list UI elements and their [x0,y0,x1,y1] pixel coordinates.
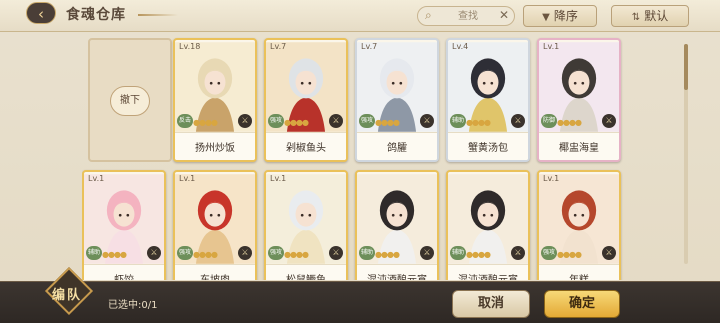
food-soul-card[interactable]: Lv.1 强攻●●●● ⚔ 松鼠鳜鱼 [264,170,348,280]
skill-icon: ⚔ [329,114,343,128]
card-name: 混沌酒酿元宵 [448,271,528,280]
sort-toggle-icon: ⇅ [631,12,641,23]
card-name: 扬州炒饭 [195,143,235,154]
chevron-left-icon: ‹ [38,5,44,23]
role-badge: 辅助 [86,246,102,260]
role-badge: 强攻 [268,114,284,128]
role-badge: 辅助 [450,114,466,128]
food-soul-card[interactable]: Lv.4 辅助 ●●●● ⚔ 蟹黄汤包 [446,38,530,162]
role-badge: 强攻 [359,114,375,128]
skill-icon: ⚔ [238,114,252,128]
star-rating: ●●●● [102,250,127,259]
skill-icon: ⚔ [329,246,343,260]
skill-icon: ⚔ [602,246,616,260]
star-rating: ●●●● [557,250,582,259]
scrollbar[interactable] [684,44,688,264]
food-soul-card[interactable]: Lv.1 防御 ●●●● ⚔ 椰盅海皇 [537,38,621,162]
level-label: Lv.18 [179,42,201,51]
skill-icon: ⚔ [511,114,525,128]
card-name: 鸽臛 [387,143,407,154]
confirm-button[interactable]: 确定 [544,290,620,318]
star-rating: ●●●● [466,250,491,259]
level-label: Lv.7 [361,42,378,51]
back-button[interactable]: ‹ [26,2,56,24]
role-badge: 防御 [541,114,557,128]
search-input[interactable] [438,9,498,24]
title-decoration [138,14,178,16]
card-name: 虾饺 [84,271,164,280]
star-rating: ●●●● [375,118,400,127]
skill-icon: ⚔ [511,246,525,260]
food-soul-card[interactable]: Lv.1 强攻●●●● ⚔ 年糕 [537,170,621,280]
team-label: 编队 [52,288,83,303]
card-name: 混沌酒酿元宵 [357,271,437,280]
star-rating: ●●●● [375,250,400,259]
sort-desc-label: 降序 [553,9,578,23]
clear-icon[interactable]: ✕ [499,8,509,22]
skill-icon: ⚔ [420,246,434,260]
role-badge: 辅助 [359,246,375,260]
star-rating: ●●●● [557,118,582,127]
cancel-button[interactable]: 取消 [452,290,530,318]
header-bar: ‹ 食魂仓库 ⌕ ✕ ▼降序 ⇅默认 [0,0,720,32]
level-label: Lv.1 [179,174,196,183]
star-rating: ●●●● [466,118,491,127]
level-label: Lv.1 [270,174,287,183]
scroll-thumb[interactable] [684,44,688,90]
food-soul-card[interactable]: Lv.18 反击 ●●●● ⚔ 扬州炒饭 [173,38,257,162]
level-label: Lv.7 [270,42,287,51]
star-rating: ●●●● [193,250,218,259]
footer-bar: 编队 已选中:0/1 取消 确定 [0,266,720,323]
level-label: Lv.1 [88,174,105,183]
level-label: Lv.1 [543,42,560,51]
skill-icon: ⚔ [602,114,616,128]
triangle-down-icon: ▼ [542,12,550,23]
food-soul-card[interactable]: Lv.7 强攻 ●●●● ⚔ 鸽臛 [355,38,439,162]
skill-icon: ⚔ [420,114,434,128]
sort-desc-button[interactable]: ▼ 降序 [523,5,597,27]
role-badge: 强攻 [268,246,284,260]
search-icon: ⌕ [425,8,432,22]
card-name: 松鼠鳜鱼 [266,271,346,280]
role-badge: 强攻 [177,246,193,260]
warehouse-panel: ‹ 食魂仓库 ⌕ ✕ ▼降序 ⇅默认 撤下 Lv.18反击●●●●⚔扬州炒饭 [0,0,720,323]
food-soul-card[interactable]: Lv.1 辅助●●●● ⚔ 虾饺 [82,170,166,280]
sort-default-label: 默认 [644,9,669,23]
card-name: 东坡肉 [175,271,255,280]
level-label: Lv.1 [543,174,560,183]
food-soul-card[interactable]: 辅助●●●● ⚔ 混沌酒酿元宵 [355,170,439,280]
food-soul-card[interactable]: Lv.1 强攻●●●● ⚔ 东坡肉 [173,170,257,280]
star-rating: ●●●● [284,250,309,259]
food-soul-card[interactable]: 辅助●●●● ⚔ 混沌酒酿元宵 [446,170,530,280]
star-rating: ●●●● [284,118,309,127]
search-box[interactable]: ⌕ ✕ [417,6,515,26]
card-name: 蟹黄汤包 [468,143,508,154]
card-name: 椰盅海皇 [559,143,599,154]
selected-count: 已选中:0/1 [108,300,158,311]
star-rating: ●●●● [193,118,218,127]
level-label: Lv.4 [452,42,469,51]
page-title: 食魂仓库 [66,7,126,23]
card-name: 剁椒鱼头 [286,143,326,154]
skill-icon: ⚔ [238,246,252,260]
role-badge: 反击 [177,114,193,128]
skill-icon: ⚔ [147,246,161,260]
food-soul-card[interactable]: Lv.7 强攻 ●●●● ⚔ 剁椒鱼头 [264,38,348,162]
card-name: 年糕 [539,271,619,280]
card-grid: Lv.18 反击 ●●●● ⚔ 扬州炒饭 Lv.7 强攻 ●●●● ⚔ 剁椒鱼头 Lv.7 强攻 ●… [82,36,682,280]
role-badge: 辅助 [450,246,466,260]
role-badge: 强攻 [541,246,557,260]
sort-default-button[interactable]: ⇅ 默认 [611,5,689,27]
